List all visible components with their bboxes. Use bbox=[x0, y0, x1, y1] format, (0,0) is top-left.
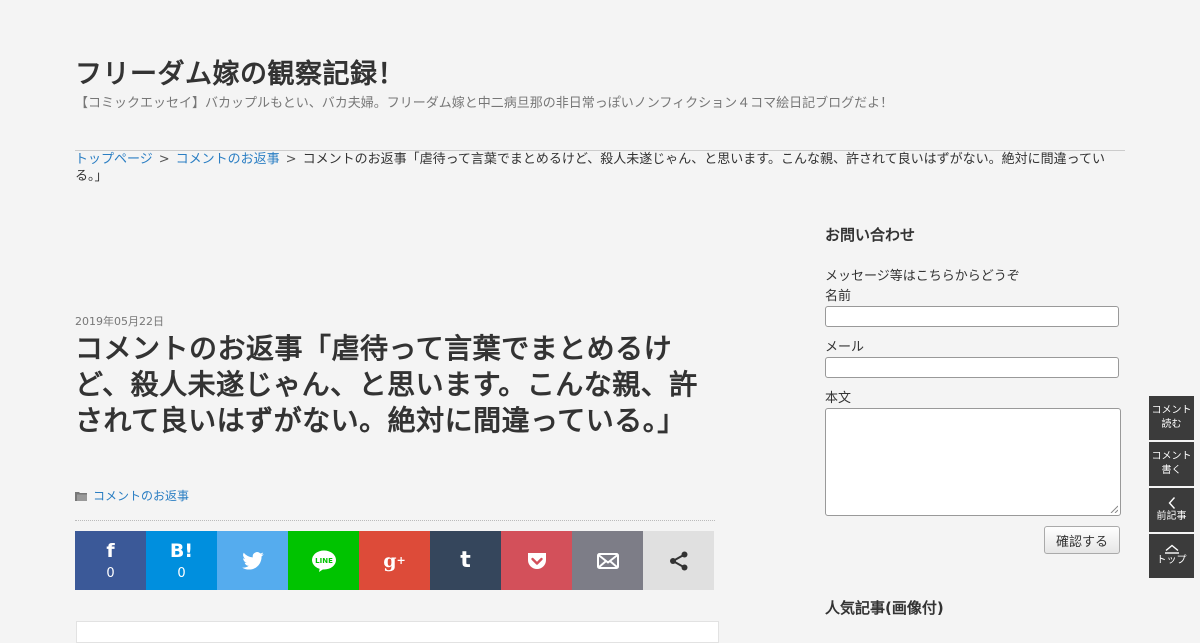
googleplus-share-button[interactable]: g + bbox=[359, 531, 430, 590]
folder-icon bbox=[75, 491, 87, 501]
breadcrumb-separator: > bbox=[285, 152, 297, 167]
chevron-left-icon bbox=[1168, 497, 1175, 509]
facebook-share-button[interactable]: f 0 bbox=[75, 531, 146, 590]
breadcrumb-category-link[interactable]: コメントのお返事 bbox=[176, 152, 280, 167]
name-label: 名前 bbox=[825, 289, 852, 304]
post-category: コメントのお返事 bbox=[75, 487, 189, 504]
breadcrumb-home-link[interactable]: トップページ bbox=[75, 152, 153, 167]
line-share-button[interactable]: LINE bbox=[288, 531, 359, 590]
message-textarea[interactable] bbox=[825, 408, 1121, 516]
more-share-button[interactable] bbox=[643, 531, 714, 590]
prev-article-button[interactable]: 前記事 bbox=[1149, 488, 1194, 532]
post-title: コメントのお返事「虐待って言葉でまとめるけど、殺人未遂じゃん、と思います。こんな… bbox=[75, 332, 698, 437]
back-to-top-label: トップ bbox=[1156, 555, 1187, 566]
site-title[interactable]: フリーダム嫁の観察記録！ bbox=[75, 52, 405, 91]
post-date: 2019年05月22日 bbox=[75, 315, 164, 328]
name-field[interactable] bbox=[825, 306, 1119, 327]
line-icon: LINE bbox=[311, 550, 336, 572]
write-comment-label-1: コメント bbox=[1151, 451, 1192, 462]
share-icon bbox=[669, 550, 689, 572]
tumblr-share-button[interactable]: t bbox=[430, 531, 501, 590]
prev-article-label: 前記事 bbox=[1156, 511, 1187, 522]
mail-label: メール bbox=[825, 340, 865, 355]
back-to-top-button[interactable]: トップ bbox=[1149, 534, 1194, 578]
write-comment-label-2: 書く bbox=[1161, 465, 1182, 476]
breadcrumb: トップページ > コメントのお返事 > コメントのお返事「虐待って言葉でまとめるけど、殺… bbox=[75, 151, 1125, 185]
chevron-up-icon bbox=[1164, 544, 1179, 554]
email-field[interactable] bbox=[825, 357, 1119, 378]
read-comments-label-2: 読む bbox=[1161, 419, 1182, 430]
share-bar: f 0 B! 0 LINE g + t bbox=[75, 531, 715, 590]
resize-handle-icon[interactable] bbox=[1110, 505, 1118, 513]
pocket-icon bbox=[527, 550, 547, 572]
facebook-share-count: 0 bbox=[106, 565, 115, 581]
facebook-icon: f bbox=[106, 539, 115, 562]
category-link[interactable]: コメントのお返事 bbox=[93, 487, 189, 504]
write-comment-button[interactable]: コメント 書く bbox=[1149, 442, 1194, 486]
hatena-bookmark-icon: B! bbox=[169, 539, 194, 562]
article-card bbox=[76, 621, 719, 643]
contact-intro: メッセージ等はこちらからどうぞ bbox=[825, 269, 1020, 284]
pocket-share-button[interactable] bbox=[501, 531, 572, 590]
twitter-share-button[interactable] bbox=[217, 531, 288, 590]
read-comments-button[interactable]: コメント 読む bbox=[1149, 396, 1194, 440]
breadcrumb-separator: > bbox=[158, 152, 170, 167]
line-icon-label: LINE bbox=[315, 557, 333, 565]
tumblr-icon: t bbox=[460, 547, 471, 573]
body-label: 本文 bbox=[825, 391, 852, 406]
hatena-bookmark-count: 0 bbox=[177, 565, 186, 581]
site-description: 【コミックエッセイ】バカップルもとい、バカ夫婦。フリーダム嫁と中二病旦那の非日常… bbox=[75, 96, 894, 111]
read-comments-label-1: コメント bbox=[1151, 405, 1192, 416]
googleplus-icon: g + bbox=[383, 549, 406, 572]
floating-nav: コメント 読む コメント 書く 前記事 トップ bbox=[1149, 396, 1194, 580]
mail-share-button[interactable] bbox=[572, 531, 643, 590]
mail-icon bbox=[596, 550, 619, 572]
confirm-button[interactable]: 確認する bbox=[1044, 526, 1120, 554]
hatena-bookmark-button[interactable]: B! 0 bbox=[146, 531, 217, 590]
twitter-icon bbox=[241, 550, 264, 572]
divider bbox=[75, 520, 715, 521]
contact-widget-title: お問い合わせ bbox=[825, 226, 916, 244]
popular-widget-title: 人気記事(画像付) bbox=[825, 599, 944, 617]
